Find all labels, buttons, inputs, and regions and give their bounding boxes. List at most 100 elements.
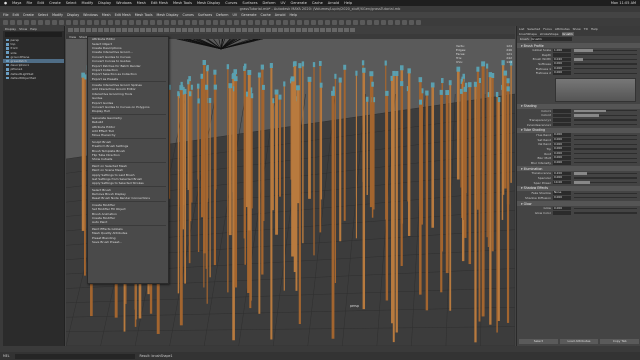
shelf-tool-icon[interactable] (276, 19, 281, 25)
mac-menu-2[interactable]: Edit (37, 1, 44, 5)
attribute-slider[interactable] (574, 49, 637, 52)
node-name-field[interactable]: brush1 (531, 37, 572, 41)
attribute-value-field[interactable]: 0.000 (553, 62, 571, 66)
attribute-value-field[interactable] (553, 211, 571, 215)
viewport-tool-icon[interactable] (296, 27, 301, 33)
viewport-menu-view[interactable]: View (69, 35, 76, 39)
width-scale-ramp[interactable] (555, 77, 636, 102)
viewport-tool-icon[interactable] (254, 27, 259, 33)
viewport-tool-icon[interactable] (164, 27, 169, 33)
shelf-tool-icon[interactable] (17, 19, 22, 25)
attribute-slider[interactable] (574, 58, 637, 61)
shelf-tool-icon[interactable] (234, 19, 239, 25)
attribute-value-field[interactable]: 0.200 (553, 171, 571, 176)
shelf-tool-icon[interactable] (318, 19, 323, 25)
attribute-value-field[interactable]: 0.000 (553, 176, 571, 180)
attribute-slider[interactable] (574, 114, 637, 117)
shelf-tool-icon[interactable] (416, 19, 421, 25)
attribute-slider[interactable] (574, 139, 637, 141)
shelf-tool-icon[interactable] (248, 19, 253, 25)
menu-curves[interactable]: Curves (182, 13, 193, 17)
attribute-slider[interactable] (574, 207, 637, 209)
shelf-tool-icon[interactable] (374, 19, 379, 25)
command-input[interactable] (14, 353, 135, 359)
attribute-value-field[interactable] (553, 53, 571, 57)
mac-menu-16[interactable]: Generate (291, 1, 307, 5)
viewport-tool-icon[interactable] (122, 27, 127, 33)
shelf-tool-icon[interactable] (143, 19, 148, 25)
shelf-tool-icon[interactable] (24, 19, 29, 25)
shelf-tool-icon[interactable] (381, 19, 386, 25)
shelf-tool-icon[interactable] (136, 19, 141, 25)
viewport-tool-icon[interactable] (152, 27, 157, 33)
shelf-tool-icon[interactable] (262, 19, 267, 25)
shelf-tool-icon[interactable] (339, 19, 344, 25)
attribute-value-field[interactable] (553, 118, 571, 122)
shelf-tool-icon[interactable] (402, 19, 407, 25)
mac-menu-4[interactable]: Select (66, 1, 77, 5)
menu-modify[interactable]: Modify (52, 13, 63, 17)
shelf-tool-icon[interactable] (185, 19, 190, 25)
menu-edit-mesh[interactable]: Edit Mesh (115, 13, 131, 17)
mac-menu-17[interactable]: Cache (312, 1, 323, 5)
viewport-tool-icon[interactable] (314, 27, 319, 33)
shelf-tool-icon[interactable] (10, 19, 15, 25)
attr-button-load-attributes[interactable]: Load Attributes (559, 339, 599, 344)
viewport-tool-icon[interactable] (212, 27, 217, 33)
menu-mesh-tools[interactable]: Mesh Tools (135, 13, 153, 17)
apple-icon[interactable]: ● (4, 1, 7, 5)
shelf-tool-icon[interactable] (220, 19, 225, 25)
viewport-tool-icon[interactable] (80, 27, 85, 33)
attribute-slider[interactable] (574, 143, 637, 146)
shelf-tool-icon[interactable] (353, 19, 358, 25)
shelf-tool-icon[interactable] (115, 19, 120, 25)
attribute-slider[interactable] (574, 134, 637, 136)
attribute-slider[interactable] (574, 177, 637, 179)
context-menu-item[interactable]: Move Hierarchy (88, 133, 168, 137)
context-menu-item[interactable]: Save Brush Preset... (88, 240, 168, 244)
viewport-tool-icon[interactable] (218, 27, 223, 33)
viewport-tool-icon[interactable] (278, 27, 283, 33)
attribute-slider[interactable] (574, 124, 637, 126)
viewport-tool-icon[interactable] (140, 27, 145, 33)
attribute-value-field[interactable]: 0.000 (553, 161, 571, 165)
viewport-tool-icon[interactable] (158, 27, 163, 33)
shelf-tool-icon[interactable] (325, 19, 330, 25)
mac-menu-18[interactable]: Arnold (328, 1, 339, 5)
attribute-slider[interactable] (574, 72, 637, 74)
viewport-tool-icon[interactable] (110, 27, 115, 33)
shelf-tool-icon[interactable] (3, 19, 8, 25)
viewport-tool-icon[interactable] (230, 27, 235, 33)
viewport-tool-icon[interactable] (302, 27, 307, 33)
shelf-tool-icon[interactable] (31, 19, 36, 25)
viewport-tool-icon[interactable] (236, 27, 241, 33)
attr-menu-show[interactable]: Show (573, 27, 581, 31)
shelf-tool-icon[interactable] (45, 19, 50, 25)
context-menu-item[interactable]: Apply Settings to Selected Strokes (88, 181, 168, 185)
viewport-tool-icon[interactable] (266, 27, 271, 33)
mac-menu-5[interactable]: Modify (82, 1, 94, 5)
shelf-tool-icon[interactable] (80, 19, 85, 25)
attribute-slider[interactable] (574, 109, 637, 113)
viewport-tool-icon[interactable] (224, 27, 229, 33)
shelf-tool-icon[interactable] (108, 19, 113, 25)
attribute-slider[interactable] (574, 119, 637, 121)
viewport-tool-icon[interactable] (86, 27, 91, 33)
mac-menu-19[interactable]: Help (344, 1, 352, 5)
attribute-value-field[interactable] (553, 122, 571, 127)
menu-cache[interactable]: Cache (261, 13, 271, 17)
attr-menu-td[interactable]: TD (584, 27, 588, 31)
attribute-value-field[interactable] (553, 113, 571, 118)
viewport-tool-icon[interactable] (206, 27, 211, 33)
shelf-tool-icon[interactable] (129, 19, 134, 25)
command-language-label[interactable]: MEL (3, 354, 10, 358)
viewport-tool-icon[interactable] (272, 27, 277, 33)
node-tab-strokeShape[interactable]: strokeShape (540, 32, 559, 36)
attr-menu-attributes[interactable]: Attributes (555, 27, 570, 31)
mac-menu-15[interactable]: UV (281, 1, 286, 5)
mac-menu-12[interactable]: Curves (225, 1, 237, 5)
attribute-value-field[interactable]: 0.000 (553, 142, 571, 147)
shelf-tool-icon[interactable] (255, 19, 260, 25)
outliner-menu-help[interactable]: Help (30, 27, 37, 31)
attribute-slider[interactable] (574, 192, 637, 194)
